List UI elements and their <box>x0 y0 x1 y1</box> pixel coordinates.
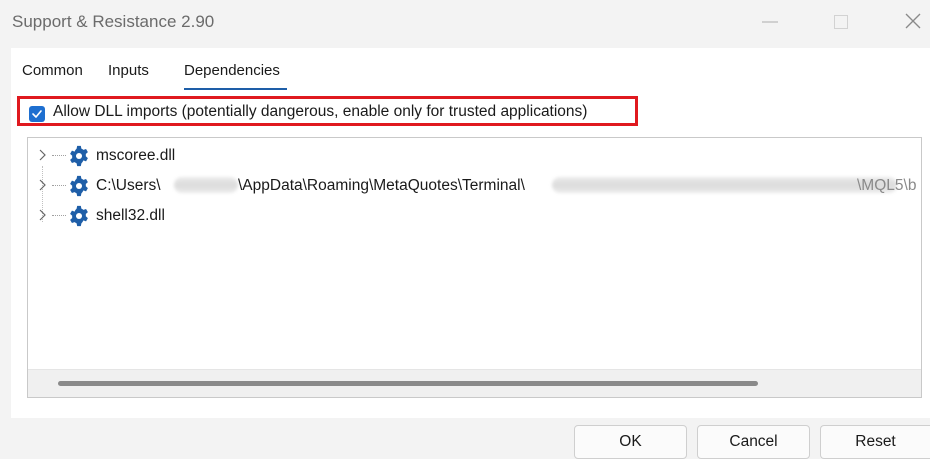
chevron-right-icon[interactable] <box>38 148 48 162</box>
path-end: \MQL5\b <box>857 177 917 194</box>
active-tab-indicator <box>184 88 287 90</box>
path-start: C:\Users\ <box>96 177 161 194</box>
allow-dll-label[interactable]: Allow DLL imports (potentially dangerous… <box>53 103 587 121</box>
dialog-panel: Common Inputs Dependencies Allow DLL imp… <box>11 48 930 418</box>
allow-dll-checkbox[interactable] <box>29 106 45 122</box>
close-icon <box>905 13 921 29</box>
close-button[interactable] <box>895 8 930 36</box>
window-title: Support & Resistance 2.90 <box>12 12 215 31</box>
chevron-right-icon[interactable] <box>38 178 48 192</box>
checkmark-icon <box>32 110 42 118</box>
horizontal-scrollbar[interactable] <box>28 369 921 397</box>
tree-connector <box>52 155 66 156</box>
tree-item-label: mscoree.dll <box>96 147 176 164</box>
tree-connector <box>52 185 66 186</box>
gear-icon <box>70 175 88 197</box>
dependencies-tree[interactable]: mscoree.dll C:\Users\ \AppData\Roaming\M… <box>27 137 922 398</box>
maximize-icon <box>834 15 848 29</box>
tree-item-mql5-path[interactable]: C:\Users\ \AppData\Roaming\MetaQuotes\Te… <box>28 172 921 200</box>
tree-item-label: shell32.dll <box>96 207 165 224</box>
tab-common[interactable]: Common <box>22 62 83 79</box>
chevron-right-icon[interactable] <box>38 208 48 222</box>
path-middle: \AppData\Roaming\MetaQuotes\Terminal\ <box>238 177 525 194</box>
maximize-button[interactable] <box>822 8 862 36</box>
tree-item-mscoree[interactable]: mscoree.dll <box>28 142 921 170</box>
title-bar: Support & Resistance 2.90 <box>0 0 930 46</box>
redacted-terminal-id <box>552 177 897 193</box>
allow-dll-highlight: Allow DLL imports (potentially dangerous… <box>17 96 638 126</box>
tab-dependencies[interactable]: Dependencies <box>184 62 280 79</box>
redacted-username <box>174 177 238 193</box>
gear-icon <box>70 205 88 227</box>
gear-icon <box>70 145 88 167</box>
minimize-button[interactable] <box>748 8 788 36</box>
tree-item-shell32[interactable]: shell32.dll <box>28 202 921 230</box>
scrollbar-thumb[interactable] <box>58 381 758 386</box>
tab-inputs[interactable]: Inputs <box>108 62 149 79</box>
minimize-icon <box>762 21 778 23</box>
tree-connector <box>52 215 66 216</box>
